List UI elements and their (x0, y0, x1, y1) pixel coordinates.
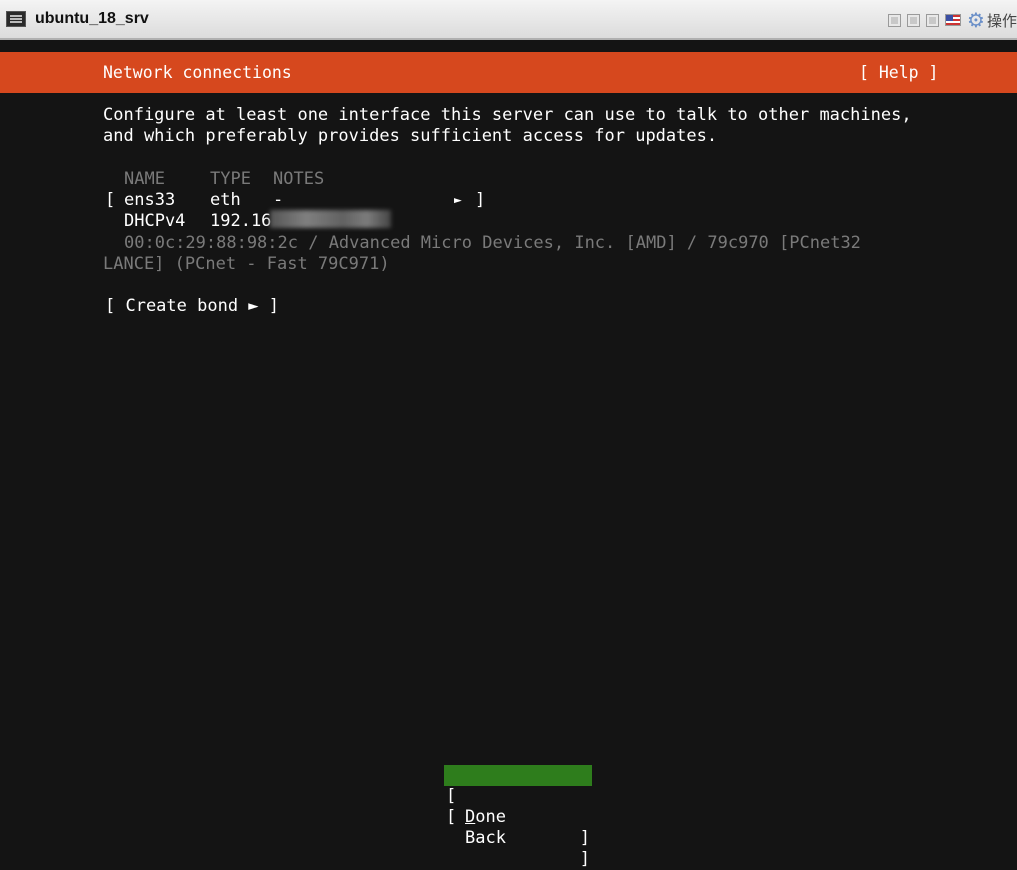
create-bond-button[interactable]: [ Create bond ► ] (105, 296, 279, 317)
gear-icon[interactable]: ⚙ (967, 10, 985, 30)
interface-name: ens33 (124, 190, 176, 210)
expand-arrow-icon[interactable]: ► (454, 190, 462, 211)
dhcp-label: DHCPv4 (124, 211, 186, 231)
done-close-bracket: ] (579, 828, 590, 848)
redacted-address (270, 210, 391, 228)
minimize-icon[interactable] (888, 13, 902, 27)
row-close-bracket: ] (475, 190, 486, 210)
flag-icon[interactable] (945, 14, 962, 26)
restore-icon[interactable] (907, 13, 921, 27)
help-button[interactable]: [ Help ] (859, 63, 938, 82)
interface-notes: - (273, 190, 284, 210)
done-hotkey: D (465, 807, 476, 827)
back-button[interactable]: [ Back ] (444, 786, 592, 869)
column-header-notes: NOTES (273, 169, 325, 189)
window-title: ubuntu_18_srv (35, 10, 149, 27)
interface-type: eth (210, 190, 241, 210)
dhcp-address: 192.16 (210, 211, 272, 231)
maximize-icon[interactable] (926, 13, 940, 27)
done-label: Done (465, 807, 506, 828)
back-close-bracket: ] (579, 849, 590, 869)
interface-details-line-1: 00:0c:29:88:98:2c / Advanced Micro Devic… (124, 233, 861, 253)
console-icon (6, 11, 26, 27)
row-open-bracket: [ (105, 190, 116, 210)
intro-line-2: and which preferably provides sufficient… (103, 126, 718, 146)
window-toolbar: ⚙ 操作 (888, 9, 1017, 31)
interface-details-line-2: LANCE] (PCnet - Fast 79C971) (103, 254, 390, 274)
page-title: Network connections (103, 63, 292, 82)
intro-line-1: Configure at least one interface this se… (103, 105, 912, 125)
operations-menu[interactable]: 操作 (987, 10, 1017, 31)
column-header-type: TYPE (210, 169, 251, 189)
installer-header: Network connections [ Help ] (0, 52, 1017, 93)
back-open-bracket: [ (446, 807, 457, 827)
column-header-name: NAME (124, 169, 165, 189)
done-button[interactable]: [ Done ] (444, 765, 592, 848)
back-label: Back (465, 828, 506, 848)
done-label-rest: one (475, 807, 506, 827)
window-titlebar: ubuntu_18_srv ⚙ 操作 (0, 0, 1017, 40)
